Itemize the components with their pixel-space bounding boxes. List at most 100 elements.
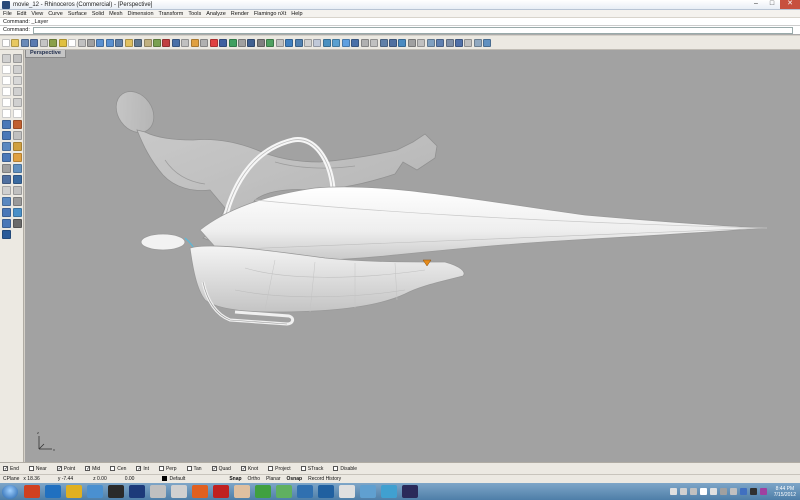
box-icon[interactable] — [2, 131, 11, 140]
layer-indicator[interactable]: Default — [162, 476, 185, 482]
group-icon[interactable] — [2, 186, 11, 195]
trim-icon[interactable] — [2, 164, 11, 173]
osnap-checkbox[interactable] — [268, 466, 274, 471]
snap-toggle[interactable]: Snap — [229, 476, 241, 482]
taskbar-app-icon[interactable] — [108, 485, 124, 498]
toolbar-icon[interactable] — [20, 38, 29, 47]
taskbar-app-icon[interactable] — [360, 485, 376, 498]
dimension-icon[interactable] — [13, 142, 22, 151]
scale-icon[interactable] — [2, 197, 11, 206]
tray-icon[interactable] — [749, 488, 757, 495]
menu-surface[interactable]: Surface — [68, 11, 87, 17]
toolbar-icon[interactable] — [266, 38, 275, 47]
toolbar-icon[interactable] — [332, 38, 341, 47]
tray-icon[interactable] — [679, 488, 687, 495]
toolbar-icon[interactable] — [370, 38, 379, 47]
surface-icon[interactable] — [2, 120, 11, 129]
osnap-checkbox[interactable] — [158, 466, 164, 471]
menu-edit[interactable]: Edit — [17, 11, 26, 17]
ortho-toggle[interactable]: Ortho — [248, 476, 261, 482]
taskbar-app-icon[interactable] — [171, 485, 187, 498]
taskbar-app-icon[interactable] — [255, 485, 271, 498]
osnap-checkbox[interactable] — [186, 466, 192, 471]
taskbar-app-icon[interactable] — [297, 485, 313, 498]
perspective-viewport[interactable]: x z Perspective — [25, 50, 800, 462]
toolbar-icon[interactable] — [49, 38, 58, 47]
transform-icon[interactable] — [2, 153, 11, 162]
mesh-icon[interactable] — [2, 142, 11, 151]
join-icon[interactable] — [2, 175, 11, 184]
osnap-quad[interactable]: ✓ Quad — [211, 466, 231, 472]
fillet-icon[interactable] — [13, 109, 22, 118]
osnap-checkbox[interactable] — [110, 466, 116, 471]
osnap-near[interactable]: Near — [28, 466, 47, 472]
osnap-checkbox[interactable]: ✓ — [85, 466, 90, 472]
menu-tools[interactable]: Tools — [188, 11, 201, 17]
toolbar-icon[interactable] — [190, 38, 199, 47]
taskbar-app-icon[interactable] — [192, 485, 208, 498]
extrude-icon[interactable] — [13, 120, 22, 129]
taskbar-app-icon[interactable] — [87, 485, 103, 498]
menu-transform[interactable]: Transform — [159, 11, 184, 17]
toolbar-icon[interactable] — [322, 38, 331, 47]
toolbar-icon[interactable] — [77, 38, 86, 47]
arc-icon[interactable] — [13, 76, 22, 85]
osnap-toggle[interactable]: Osnap — [287, 476, 303, 482]
analyze-icon[interactable] — [13, 208, 22, 217]
explode-icon[interactable] — [13, 175, 22, 184]
toolbar-icon[interactable] — [436, 38, 445, 47]
menu-analyze[interactable]: Analyze — [206, 11, 226, 17]
toolbar-icon[interactable] — [388, 38, 397, 47]
toolbar-icon[interactable] — [304, 38, 312, 47]
toolbar-icon[interactable] — [153, 38, 161, 47]
menu-help[interactable]: Help — [291, 11, 302, 17]
menu-mesh[interactable]: Mesh — [109, 11, 122, 17]
toolbar-icon[interactable] — [360, 38, 369, 47]
rectangle-icon[interactable] — [2, 98, 11, 107]
split-icon[interactable] — [13, 164, 22, 173]
osnap-knot[interactable]: ✓ Knot — [240, 466, 258, 472]
menu-render[interactable]: Render — [231, 11, 249, 17]
render-icon[interactable] — [2, 219, 11, 228]
curve-icon[interactable] — [2, 76, 11, 85]
rotate-icon[interactable] — [13, 186, 22, 195]
toolbar-icon[interactable] — [473, 38, 482, 47]
taskbar-app-icon[interactable] — [213, 485, 229, 498]
osnap-checkbox[interactable]: ✓ — [56, 466, 62, 472]
taskbar-app-icon[interactable] — [24, 485, 40, 498]
toolbar-icon[interactable] — [417, 38, 426, 47]
select-arrow-icon[interactable] — [13, 54, 22, 63]
clock[interactable]: 8:44 PM 7/15/2012 — [774, 486, 796, 498]
menu-view[interactable]: View — [31, 11, 43, 17]
toolbar-icon[interactable] — [464, 38, 473, 47]
toolbar-icon[interactable] — [209, 38, 218, 47]
maximize-button[interactable]: □ — [764, 0, 780, 9]
tray-icon[interactable] — [689, 488, 697, 495]
toolbar-icon[interactable] — [39, 38, 48, 47]
osnap-project[interactable]: Project — [268, 466, 291, 472]
toolbar-icon[interactable] — [68, 38, 77, 47]
toolbar-icon[interactable] — [200, 38, 209, 47]
toolbar-icon[interactable] — [181, 38, 190, 47]
taskbar-app-icon[interactable] — [45, 485, 61, 498]
toolbar-icon[interactable] — [143, 38, 152, 47]
toolbar-icon[interactable] — [219, 38, 228, 47]
sphere-icon[interactable] — [13, 131, 22, 140]
taskbar-app-icon[interactable] — [276, 485, 292, 498]
osnap-perp[interactable]: Perp — [158, 466, 177, 472]
command-input[interactable] — [32, 26, 793, 34]
tray-icon[interactable] — [759, 488, 767, 495]
tray-icon[interactable] — [709, 488, 717, 495]
osnap-checkbox[interactable] — [28, 466, 34, 471]
osnap-checkbox[interactable] — [333, 466, 339, 471]
toolbar-icon[interactable] — [124, 38, 133, 47]
toolbar-icon[interactable] — [426, 38, 435, 47]
toolbar-icon[interactable] — [294, 38, 303, 47]
tray-icon[interactable] — [739, 488, 747, 495]
toolbar-icon[interactable] — [171, 38, 180, 47]
osnap-mid[interactable]: ✓ Mid — [85, 466, 100, 472]
taskbar-app-icon[interactable] — [234, 485, 250, 498]
osnap-checkbox[interactable]: ✓ — [240, 466, 246, 472]
osnap-checkbox[interactable]: ✓ — [3, 466, 8, 472]
toolbar-icon[interactable] — [162, 38, 171, 47]
